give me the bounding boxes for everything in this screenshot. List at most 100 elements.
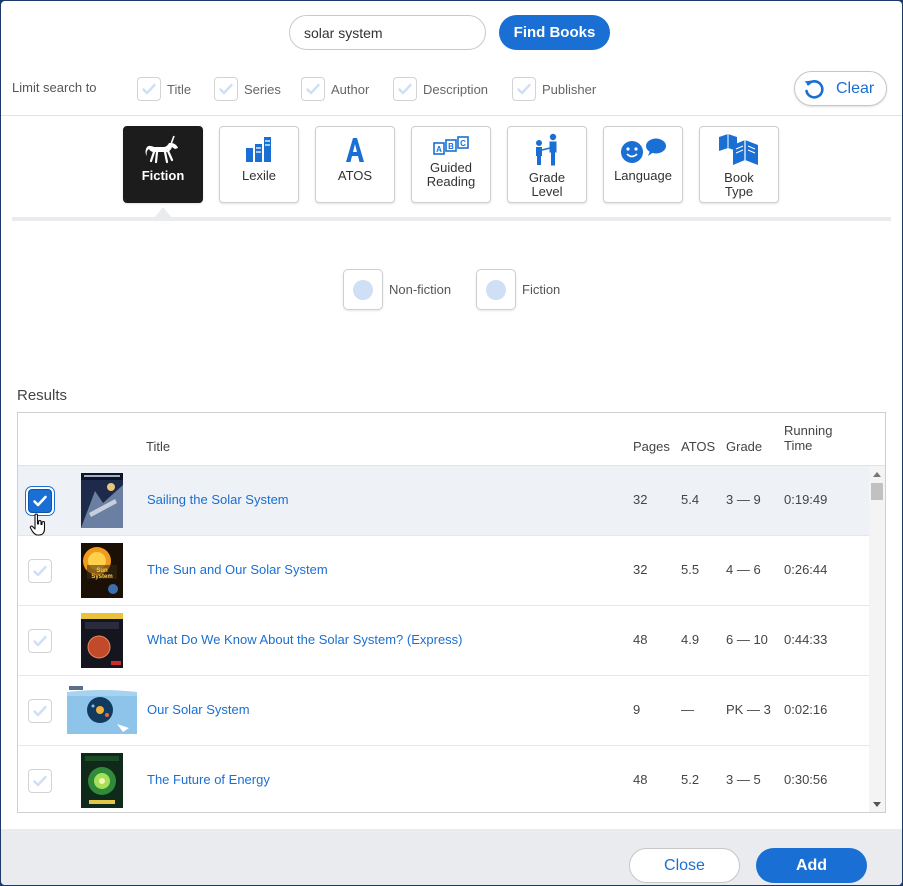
checkmark-icon (33, 495, 47, 507)
column-header-grade[interactable]: Grade (726, 439, 762, 454)
filter-tile-label: Fiction (141, 168, 185, 183)
table-row[interactable]: The Future of Energy 48 5.2 3 — 5 0:30:5… (18, 746, 869, 812)
clear-button[interactable]: Clear (794, 71, 887, 106)
filter-tile-lexile[interactable]: Lexile (219, 126, 299, 203)
find-books-button[interactable]: Find Books (499, 15, 610, 50)
active-tile-pointer (155, 207, 171, 217)
column-header-atos[interactable]: ATOS (681, 439, 715, 454)
divider (1, 115, 902, 116)
row-checkbox[interactable] (28, 559, 52, 583)
svg-text:B: B (448, 142, 454, 151)
option-non-fiction[interactable]: Non-fiction (343, 269, 451, 310)
radio-button[interactable] (343, 269, 383, 310)
column-header-title[interactable]: Title (146, 439, 170, 454)
filter-tile-language[interactable]: Language (603, 126, 683, 203)
pages-cell: 32 (633, 562, 648, 577)
book-title-link[interactable]: The Future of Energy (147, 772, 270, 787)
filter-panel-divider (12, 217, 891, 221)
limit-publisher-checkbox[interactable]: Publisher (512, 76, 596, 102)
limit-option-label: Publisher (542, 81, 597, 97)
pages-cell: 48 (633, 772, 648, 787)
results-heading: Results (17, 387, 68, 404)
grade-cell: 6 — 10 (726, 632, 768, 647)
running-time-cell: 0:26:44 (784, 562, 828, 577)
refresh-icon (804, 79, 824, 99)
running-time-cell: 0:44:33 (784, 632, 828, 647)
checkbox[interactable] (393, 77, 417, 101)
table-row[interactable]: Sun System The Sun and Our Solar System … (18, 536, 869, 606)
grade-cell: 3 — 9 (726, 492, 761, 507)
hand-cursor-icon (29, 513, 46, 536)
grade-cell: 3 — 5 (726, 772, 761, 787)
people-icon (536, 133, 557, 166)
checkmark-icon (219, 83, 233, 95)
table-row[interactable]: Sailing the Solar System 32 5.4 3 — 9 0:… (18, 466, 869, 536)
checkmark-icon (33, 635, 47, 647)
running-time-cell: 0:30:56 (784, 772, 828, 787)
checkmark-icon (306, 83, 320, 95)
book-title-link[interactable]: Our Solar System (147, 702, 250, 717)
row-checkbox[interactable] (28, 489, 52, 513)
row-checkbox[interactable] (28, 629, 52, 653)
filter-tile-book-type[interactable]: Book Type (699, 126, 779, 203)
scroll-up-arrow-icon[interactable] (873, 472, 881, 477)
speech-bubbles-icon (621, 138, 666, 163)
column-header-text: Time (784, 438, 813, 453)
checkmark-icon (398, 83, 412, 95)
scrollbar-thumb[interactable] (871, 483, 883, 500)
svg-text:C: C (460, 139, 466, 148)
book-title-link[interactable]: The Sun and Our Solar System (147, 562, 328, 577)
checkbox[interactable] (512, 77, 536, 101)
search-input[interactable] (289, 15, 486, 50)
limit-option-label: Description (423, 81, 489, 97)
column-header-text: Running (784, 423, 833, 438)
filter-tile-label: Guided Reading (426, 160, 476, 189)
clear-label: Clear (836, 79, 875, 97)
add-button[interactable]: Add (756, 848, 867, 883)
table-row[interactable]: Our Solar System 9 — PK — 3 0:02:16 (18, 676, 869, 746)
filter-tile-guided-reading[interactable]: A B C Guided Reading (411, 126, 491, 203)
results-table: Title Pages ATOS Grade Running Time Saili… (17, 412, 886, 813)
checkmark-icon (33, 705, 47, 717)
option-fiction[interactable]: Fiction (476, 269, 560, 310)
book-title-link[interactable]: What Do We Know About the Solar System? … (147, 632, 463, 647)
abc-blocks-icon: A B C (433, 136, 469, 155)
pages-cell: 48 (633, 632, 648, 647)
grade-cell: 4 — 6 (726, 562, 761, 577)
checkbox[interactable] (214, 77, 238, 101)
filter-tile-atos[interactable]: ATOS (315, 126, 395, 203)
atos-cell: — (681, 702, 694, 717)
book-cover-image (81, 613, 123, 668)
running-time-cell: 0:19:49 (784, 492, 828, 507)
scroll-down-arrow-icon[interactable] (873, 802, 881, 807)
row-checkbox[interactable] (28, 699, 52, 723)
filter-tile-label: Lexile (242, 168, 276, 183)
limit-option-label: Author (331, 81, 370, 97)
limit-description-checkbox[interactable]: Description (393, 76, 488, 102)
limit-series-checkbox[interactable]: Series (214, 76, 281, 102)
close-button[interactable]: Close (629, 848, 740, 883)
checkmark-icon (517, 83, 531, 95)
table-header: Title Pages ATOS Grade Running Time (18, 413, 885, 466)
running-time-cell: 0:02:16 (784, 702, 828, 717)
filter-tile-label: Grade Level (528, 170, 566, 199)
results-scrollbar[interactable] (869, 466, 885, 812)
atos-cell: 4.9 (681, 632, 700, 647)
filter-tile-label: Book Type (724, 170, 754, 199)
checkbox[interactable] (301, 77, 325, 101)
filter-tile-grade-level[interactable]: Grade Level (507, 126, 587, 203)
checkbox[interactable] (137, 77, 161, 101)
column-header-pages[interactable]: Pages (633, 439, 670, 454)
atos-cell: 5.2 (681, 772, 700, 787)
book-cover-image (81, 473, 123, 528)
limit-title-checkbox[interactable]: Title (137, 76, 191, 102)
column-header-running-time[interactable]: Running Time (784, 423, 832, 453)
radio-button[interactable] (476, 269, 516, 310)
books-icon (246, 137, 271, 162)
filter-tile-fiction[interactable]: Fiction (123, 126, 203, 203)
row-checkbox[interactable] (28, 769, 52, 793)
table-row[interactable]: What Do We Know About the Solar System? … (18, 606, 869, 676)
checkmark-icon (33, 775, 47, 787)
book-title-link[interactable]: Sailing the Solar System (147, 492, 289, 507)
limit-author-checkbox[interactable]: Author (301, 76, 369, 102)
